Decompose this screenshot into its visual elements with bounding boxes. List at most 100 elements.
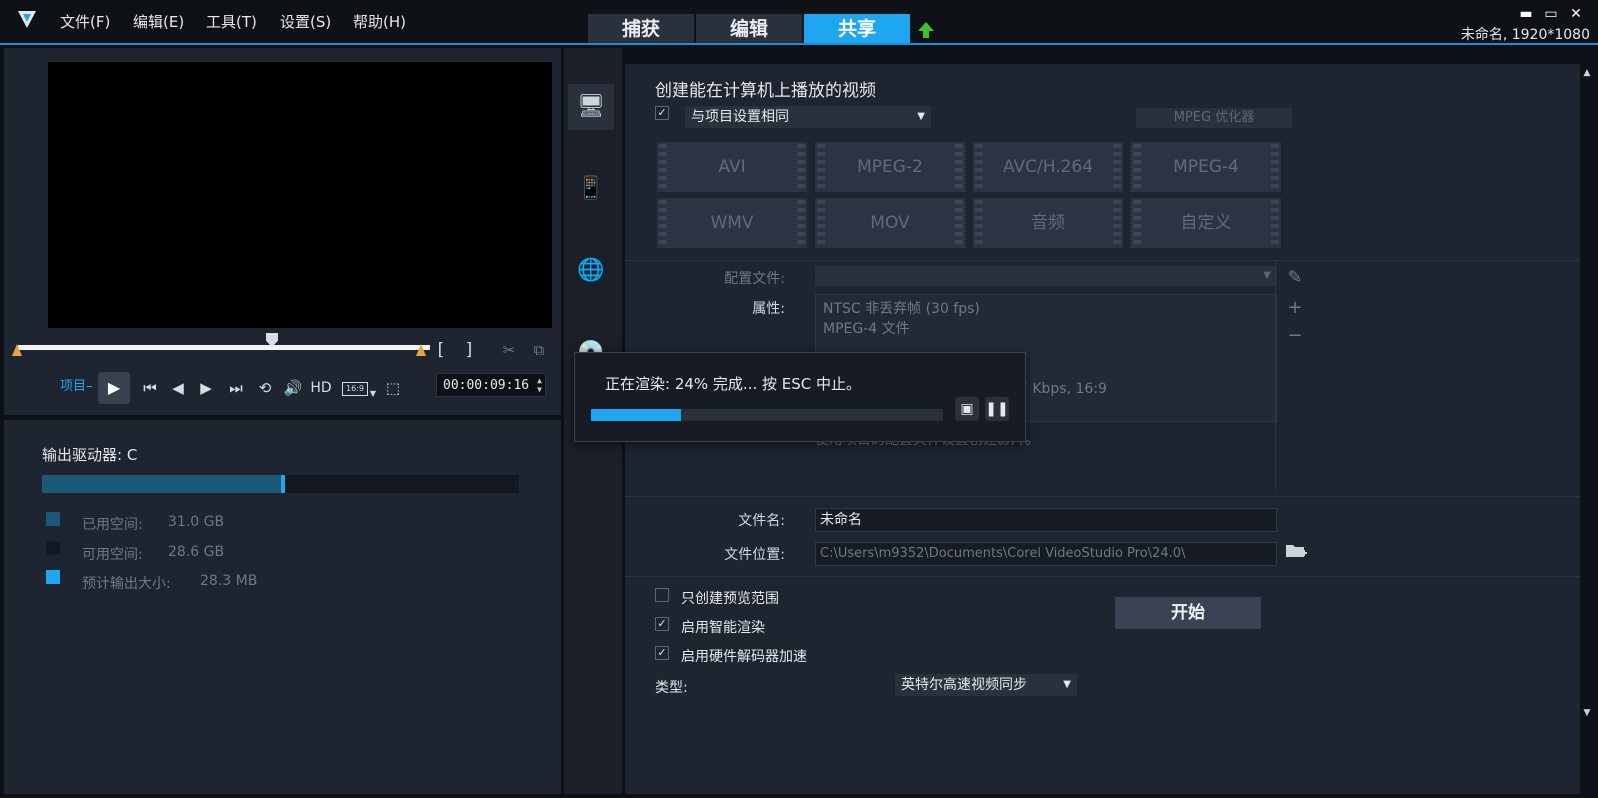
section-divider [625,576,1580,577]
property-line: MPEG-4 文件 [823,321,910,337]
previous-frame-icon[interactable]: ◀ [168,376,188,400]
tab-capture[interactable]: 捕获 [588,14,694,44]
profile-label: 配置文件: [724,271,785,287]
used-space-value: 31.0 GB [168,514,225,530]
aspect-dropdown-caret-icon[interactable]: ▼ [368,382,378,406]
device-icon[interactable]: 📱 [568,166,614,212]
preview-range-label: 只创建预览范围 [681,591,779,607]
storage-panel: 输出驱动器: C 已用空间: 31.0 GB 可用空间: 28.6 GB 预计输… [4,420,561,794]
scissors-icon[interactable]: ✂ [498,338,520,362]
used-space-swatch [46,512,60,526]
used-space-label: 已用空间: [82,517,143,533]
share-title: 创建能在计算机上播放的视频 [655,81,876,101]
format-tile-custom[interactable]: 自定义 [1131,198,1281,248]
preview-window[interactable] [48,62,552,328]
minimize-icon[interactable]: ▬ [1518,6,1534,22]
crop-mode-icon[interactable]: ⬚ [382,376,404,400]
menu-file[interactable]: 文件(F) [60,11,110,32]
project-mode-label[interactable]: 项目– [60,375,93,394]
computer-icon[interactable]: 🖥 [568,84,614,130]
upload-icon[interactable] [916,20,936,40]
project-settings-dropdown[interactable]: 与项目设置相同 ▼ [685,106,931,128]
drive-usage-bar [42,475,519,493]
file-location-label: 文件位置: [724,547,785,563]
vertical-scrollbar[interactable]: ▲ ▼ [1580,64,1594,794]
maximize-icon[interactable]: ▭ [1543,6,1559,22]
project-settings-value: 与项目设置相同 [691,109,789,125]
smart-render-checkbox[interactable]: ✓ [655,617,669,631]
hd-toggle[interactable]: HD [308,376,334,400]
player-panel: [ ] ✂ ⧉ 项目– ▶ ⏮ ◀ ▶ ⏭ ⟲ 🔊 HD 16:9 ▼ ⬚ 00… [4,48,561,415]
remove-icon[interactable]: − [1285,326,1305,346]
timecode-spinner-icon[interactable]: ▲ ▼ [537,376,542,394]
chevron-down-icon: ▼ [917,111,925,122]
format-tile-avc[interactable]: AVC/H.264 [973,142,1123,192]
filename-input[interactable]: 未命名 [815,508,1277,532]
aspect-ratio-button[interactable]: 16:9 [342,382,368,396]
free-space-swatch [46,541,60,555]
go-to-end-icon[interactable]: ⏭ [226,376,246,400]
filename-label: 文件名: [738,513,785,529]
menu-help[interactable]: 帮助(H) [353,11,406,32]
scroll-down-icon[interactable]: ▼ [1580,708,1594,718]
menu-settings[interactable]: 设置(S) [280,11,331,32]
file-location-input[interactable]: C:\Users\m9352\Documents\Corel VideoStud… [815,542,1277,566]
web-globe-icon[interactable]: 🌐 [568,248,614,294]
add-icon[interactable]: + [1285,298,1305,318]
next-frame-icon[interactable]: ▶ [196,376,216,400]
tool-divider [1275,260,1276,490]
title-bar: 文件(F) 编辑(E) 工具(T) 设置(S) 帮助(H) 捕获 编辑 共享 ▬… [0,0,1598,44]
format-tile-wmv[interactable]: WMV [657,198,807,248]
type-dropdown[interactable]: 英特尔高速视频同步 ▼ [895,674,1077,696]
drive-estimate-marker [281,475,285,493]
format-tile-mpeg4[interactable]: MPEG-4 [1131,142,1281,192]
go-to-start-icon[interactable]: ⏮ [140,376,160,400]
free-space-label: 可用空间: [82,547,143,563]
section-divider [625,496,1580,497]
mark-out-button[interactable]: ] [462,338,476,362]
format-tile-mov[interactable]: MOV [815,198,965,248]
render-message: 正在渲染: 24% 完成... 按 ESC 中止。 [605,375,862,393]
same-as-project-checkbox[interactable]: ✓ [655,106,669,120]
format-tile-mpeg2[interactable]: MPEG-2 [815,142,965,192]
property-line: NTSC 非丢弃帧 (30 fps) [823,301,980,317]
estimated-size-value: 28.3 MB [200,573,258,589]
edit-pencil-icon[interactable]: ✎ [1285,268,1305,288]
title-divider [0,43,1598,45]
start-button[interactable]: 开始 [1115,597,1261,629]
repeat-icon[interactable]: ⟲ [254,376,276,400]
scroll-up-icon[interactable]: ▲ [1580,68,1594,78]
mpeg-optimizer-button[interactable]: MPEG 优化器 [1136,108,1292,128]
tab-edit[interactable]: 编辑 [696,14,802,44]
drive-used-fill [42,475,281,493]
timecode-field[interactable]: 00:00:09:16 ▲ ▼ [436,373,546,397]
hw-decoder-checkbox[interactable]: ✓ [655,646,669,660]
free-space-value: 28.6 GB [168,544,225,560]
profile-dropdown[interactable]: ▼ [815,266,1277,286]
render-progress-bar [591,409,943,421]
menu-tools[interactable]: 工具(T) [206,11,257,32]
scrub-track[interactable] [18,345,430,350]
section-divider [625,260,1580,261]
enlarge-preview-icon[interactable]: ⧉ [528,338,550,362]
timecode-value: 00:00:09:16 [443,378,530,393]
mark-in-button[interactable]: [ [434,338,448,362]
properties-label: 属性: [752,301,785,317]
format-tile-avi[interactable]: AVI [657,142,807,192]
smart-render-label: 启用智能渲染 [681,620,765,636]
output-drive-label: 输出驱动器: C [42,446,138,464]
preview-range-checkbox[interactable] [655,588,669,602]
volume-icon[interactable]: 🔊 [282,376,304,400]
preview-toggle-icon[interactable]: ▣ [955,397,979,421]
format-tile-audio[interactable]: 音频 [973,198,1123,248]
folder-add-icon[interactable] [1285,542,1307,560]
close-icon[interactable]: ✕ [1568,6,1584,22]
tab-share[interactable]: 共享 [804,14,910,44]
play-button[interactable]: ▶ [98,372,130,404]
type-value: 英特尔高速视频同步 [901,677,1027,693]
project-info: 未命名, 1920*1080 [1460,27,1590,43]
menu-edit[interactable]: 编辑(E) [133,11,184,32]
chevron-down-icon: ▼ [1063,679,1071,690]
pause-icon[interactable]: ❚❚ [985,397,1009,421]
render-progress-fill [591,409,681,421]
